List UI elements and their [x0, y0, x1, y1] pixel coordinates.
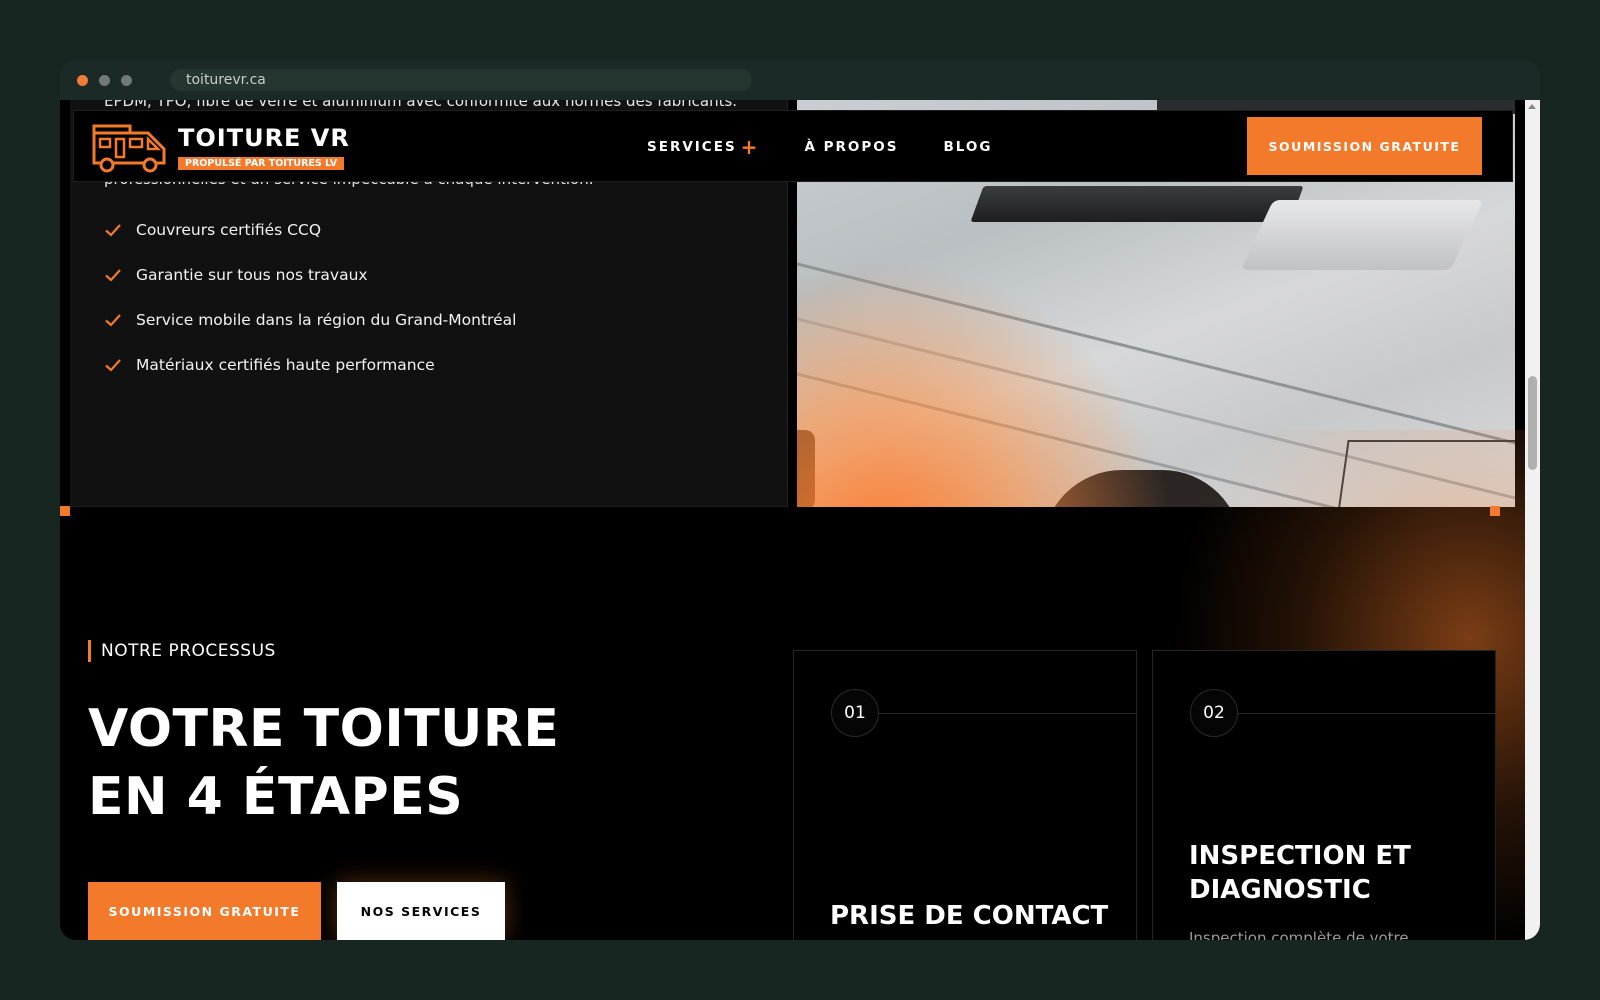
photo-orange-glow — [797, 260, 1177, 507]
step-title-line-1: INSPECTION ET — [1189, 841, 1411, 871]
step-number: 02 — [1190, 689, 1238, 737]
step-divider — [1238, 713, 1496, 714]
checklist-item: Service mobile dans la région du Grand-M… — [104, 297, 516, 342]
main-nav: SERVICES + À PROPOS BLOG — [647, 111, 1037, 183]
page-scrollbar[interactable] — [1525, 100, 1540, 940]
checklist-item: Garantie sur tous nos travaux — [104, 252, 516, 297]
photo-roof-vent — [970, 186, 1304, 222]
browser-titlebar: toiturevr.ca — [60, 60, 1540, 100]
maximize-window-icon[interactable] — [121, 75, 132, 86]
address-bar[interactable]: toiturevr.ca — [170, 69, 752, 91]
step-title-line-2: DIAGNOSTIC — [1189, 875, 1371, 905]
checklist-item-label: Matériaux certifiés haute performance — [136, 355, 435, 374]
logo-subtitle: PROPULSÉ PAR TOITURES LV — [178, 156, 345, 170]
rv-logo-icon — [92, 124, 166, 173]
close-window-icon[interactable] — [77, 75, 88, 86]
services-button[interactable]: NOS SERVICES — [337, 882, 505, 940]
nav-services[interactable]: SERVICES + — [647, 135, 759, 159]
section-eyebrow: NOTRE PROCESSUS — [88, 640, 276, 662]
checklist-item: Couvreurs certifiés CCQ — [104, 207, 516, 252]
header-quote-button[interactable]: SOUMISSION GRATUITE — [1247, 117, 1482, 175]
eyebrow-accent-bar — [88, 640, 91, 662]
plus-icon: + — [740, 135, 760, 159]
minimize-window-icon[interactable] — [99, 75, 110, 86]
feature-checklist: Couvreurs certifiés CCQ Garantie sur tou… — [104, 207, 516, 387]
process-step-card: 01 PRISE DE CONTACT — [793, 650, 1137, 940]
logo-title: TOITURE VR — [178, 123, 350, 152]
checklist-item-label: Garantie sur tous nos travaux — [136, 265, 368, 284]
photo-roof-cover — [1240, 200, 1484, 270]
site-logo[interactable]: TOITURE VR PROPULSÉ PAR TOITURES LV — [90, 121, 350, 173]
process-step-card: 02 INSPECTION ET DIAGNOSTIC Inspection c… — [1152, 650, 1496, 940]
check-icon — [105, 223, 121, 237]
site-header: TOITURE VR PROPULSÉ PAR TOITURES LV SERV… — [73, 110, 1513, 182]
check-icon — [105, 313, 121, 327]
logo-wordmark: TOITURE VR PROPULSÉ PAR TOITURES LV — [178, 125, 350, 170]
nav-services-label: SERVICES — [647, 139, 737, 155]
process-heading-line-1: VOTRE TOITURE — [88, 699, 560, 759]
step-title: INSPECTION ET DIAGNOSTIC — [1189, 839, 1411, 907]
browser-window: toiturevr.ca EPDM, TPO, fibre de verre e… — [60, 60, 1540, 940]
process-heading-line-2: EN 4 ÉTAPES — [88, 767, 464, 827]
checklist-item: Matériaux certifiés haute performance — [104, 342, 516, 387]
step-number: 01 — [831, 689, 879, 737]
step-divider — [879, 713, 1137, 714]
check-icon — [105, 358, 121, 372]
step-title: PRISE DE CONTACT — [830, 901, 1109, 931]
section-corner-marker — [60, 506, 70, 516]
check-icon — [105, 268, 121, 282]
eyebrow-label: NOTRE PROCESSUS — [101, 641, 276, 661]
scroll-up-icon[interactable] — [1528, 104, 1536, 109]
process-heading: VOTRE TOITURE EN 4 ÉTAPES — [88, 695, 559, 831]
intro-text-partial-top: EPDM, TPO, fibre de verre et aluminium a… — [104, 100, 738, 110]
page-viewport: EPDM, TPO, fibre de verre et aluminium a… — [60, 100, 1540, 940]
step-description: Inspection complète de votre — [1189, 929, 1409, 940]
checklist-item-label: Couvreurs certifiés CCQ — [136, 220, 322, 239]
scrollbar-thumb[interactable] — [1528, 376, 1537, 470]
nav-about[interactable]: À PROPOS — [804, 139, 898, 155]
checklist-item-label: Service mobile dans la région du Grand-M… — [136, 310, 517, 329]
nav-blog[interactable]: BLOG — [943, 139, 992, 155]
quote-button[interactable]: SOUMISSION GRATUITE — [88, 882, 321, 940]
